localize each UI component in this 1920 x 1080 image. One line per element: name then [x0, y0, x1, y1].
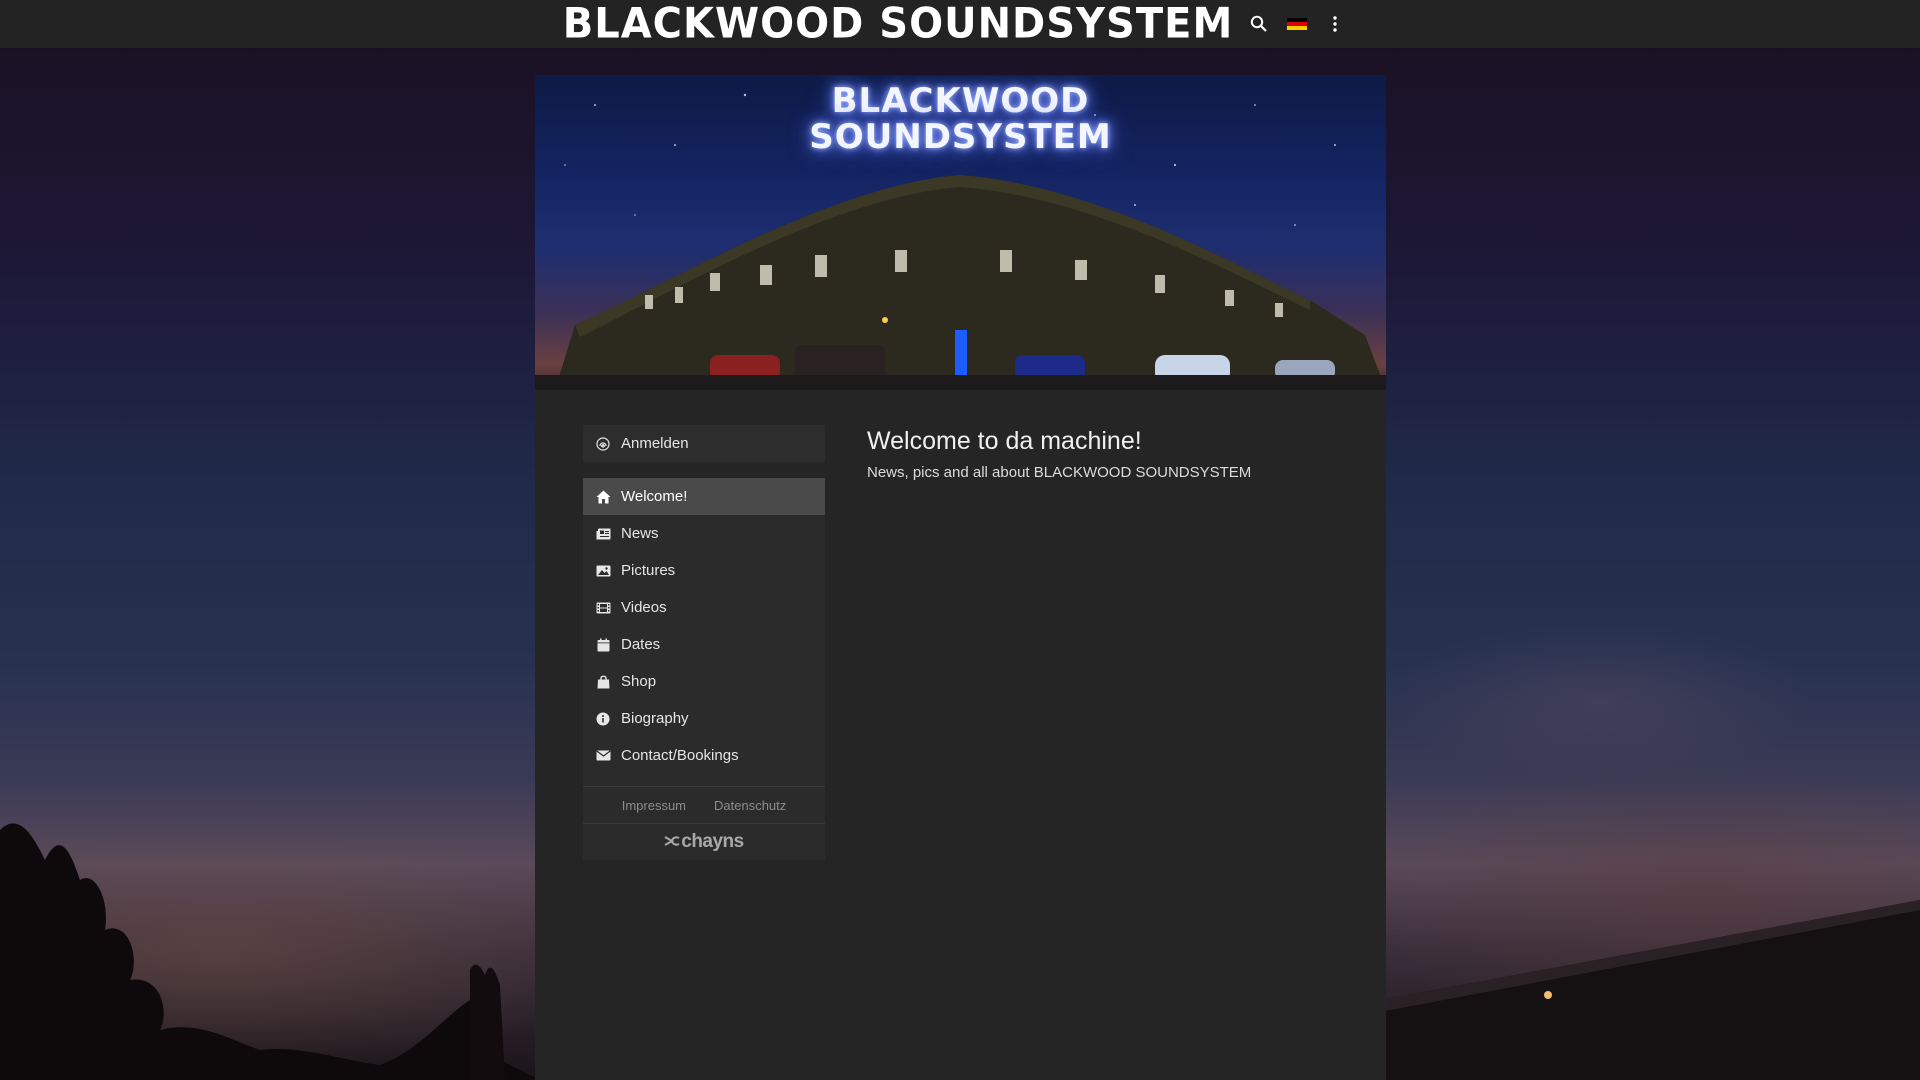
- chayns-mark-icon: [664, 831, 680, 853]
- image-icon: [595, 563, 611, 579]
- background-roof: [1380, 900, 1920, 1080]
- sidebar-item-label: Welcome!: [621, 488, 688, 505]
- login-button[interactable]: Anmelden: [583, 425, 825, 462]
- background-trees: [0, 823, 540, 1080]
- sidebar-item-dates[interactable]: Dates: [583, 626, 825, 663]
- info-icon: [595, 711, 611, 727]
- banner-logo-line1: BLACKWOOD: [831, 81, 1090, 121]
- impressum-link[interactable]: Impressum: [622, 798, 686, 813]
- sidebar-item-label: Pictures: [621, 562, 676, 579]
- top-bar: BLACKWOOD SOUNDSYSTEM: [0, 0, 1920, 48]
- sidebar-item-label: Biography: [621, 710, 689, 727]
- banner-logo: BLACKWOOD SOUNDSYSTEM: [535, 83, 1386, 155]
- sidebar-item-label: News: [621, 525, 659, 542]
- newspaper-icon: [595, 526, 611, 542]
- flag-germany-icon[interactable]: [1285, 12, 1309, 36]
- sidebar-item-label: Contact/Bookings: [621, 747, 739, 764]
- sidebar-item-biography[interactable]: Biography: [583, 700, 825, 737]
- chayns-logo[interactable]: chayns: [583, 823, 825, 860]
- datenschutz-link[interactable]: Datenschutz: [714, 798, 786, 813]
- banner-logo-line2: SOUNDSYSTEM: [809, 117, 1112, 157]
- footer-links: Impressum Datenschutz: [583, 786, 825, 823]
- page-subtitle: News, pics and all about BLACKWOOD SOUND…: [867, 464, 1252, 481]
- login-label: Anmelden: [621, 435, 689, 452]
- search-icon[interactable]: [1247, 12, 1271, 36]
- chayns-brand-text: chayns: [681, 831, 744, 852]
- sidebar-item-videos[interactable]: Videos: [583, 589, 825, 626]
- sidebar-item-shop[interactable]: Shop: [583, 663, 825, 700]
- sidebar-item-label: Dates: [621, 636, 661, 653]
- main-content: Welcome to da machine! News, pics and al…: [867, 427, 1347, 481]
- sidebar-item-contact-bookings[interactable]: Contact/Bookings: [583, 737, 825, 774]
- film-icon: [595, 600, 611, 616]
- home-icon: [595, 489, 611, 505]
- shopping-bag-icon: [595, 674, 611, 690]
- sidebar-item-label: Videos: [621, 599, 667, 616]
- sidebar-item-label: Shop: [621, 673, 657, 690]
- fingerprint-icon: [595, 436, 611, 452]
- sidebar-item-news[interactable]: News: [583, 515, 825, 552]
- sidebar: Anmelden Welcome! News Pictures Videos D…: [583, 425, 825, 860]
- calendar-icon: [595, 637, 611, 653]
- site-title[interactable]: BLACKWOOD SOUNDSYSTEM: [563, 0, 1234, 49]
- sidebar-item-pictures[interactable]: Pictures: [583, 552, 825, 589]
- envelope-icon: [595, 748, 611, 764]
- page-title: Welcome to da machine!: [867, 427, 1142, 455]
- sidebar-item-welcome[interactable]: Welcome!: [583, 478, 825, 515]
- page-container: BLACKWOOD SOUNDSYSTEM Anmelden Welcome!: [535, 75, 1386, 1080]
- more-vertical-icon[interactable]: [1323, 12, 1347, 36]
- header-banner: BLACKWOOD SOUNDSYSTEM: [535, 75, 1386, 390]
- nav-menu: Welcome! News Pictures Videos Dates Shop…: [583, 478, 825, 786]
